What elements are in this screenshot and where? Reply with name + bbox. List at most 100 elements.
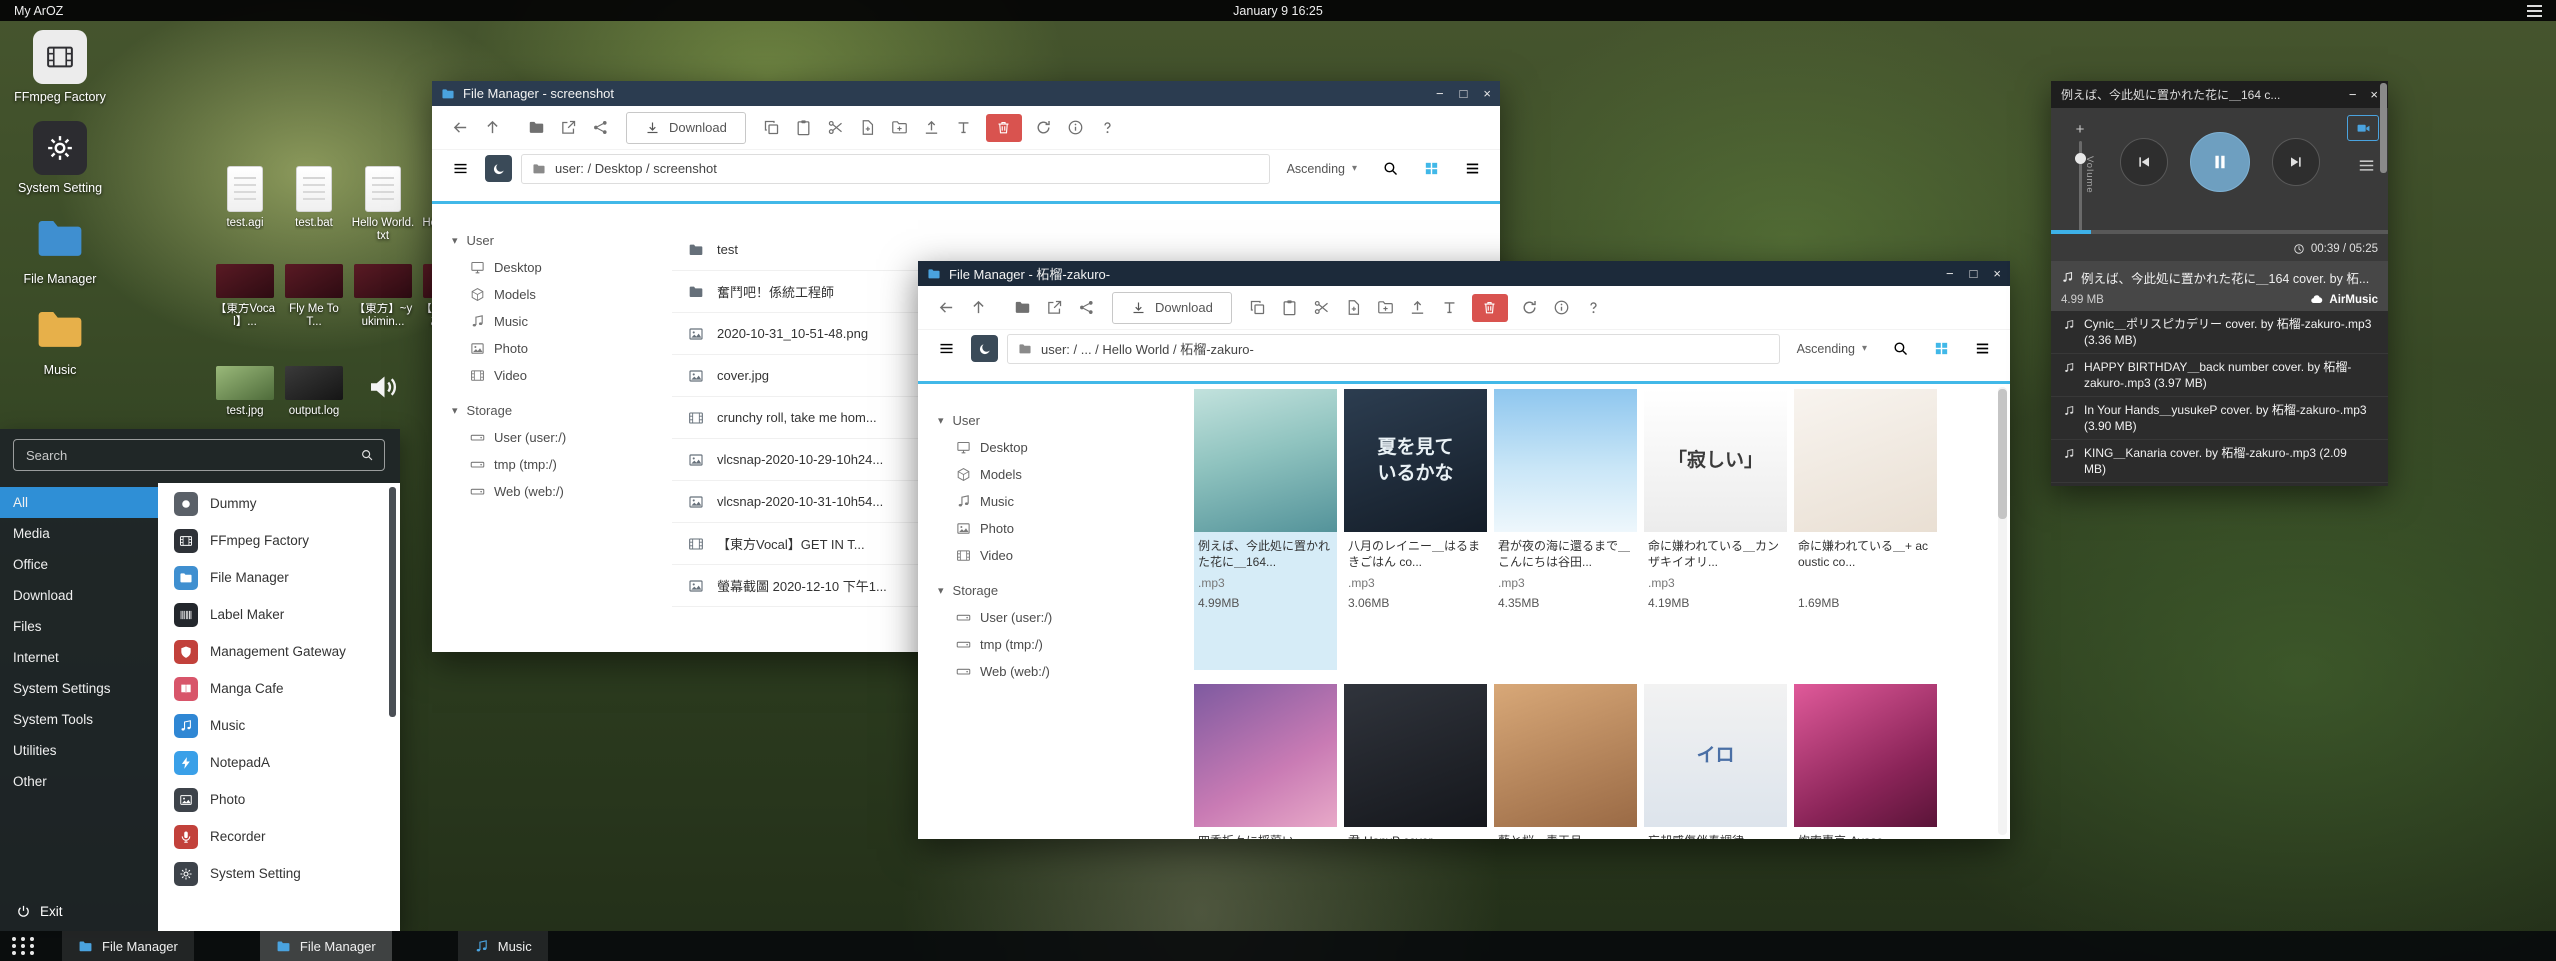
desktop-file-icon[interactable] [350, 366, 416, 418]
sidebar-item[interactable]: ▾ Storage [938, 577, 1158, 604]
maximize-button[interactable]: □ [1970, 267, 1978, 280]
cut-button[interactable] [1306, 299, 1338, 316]
back-button[interactable] [930, 299, 962, 316]
upload-button[interactable] [916, 119, 948, 136]
app-list-item[interactable]: Recorder [158, 818, 400, 855]
category-item[interactable]: System Tools [0, 704, 158, 735]
category-item[interactable]: Files [0, 611, 158, 642]
next-track-button[interactable] [2272, 138, 2320, 186]
desktop-file-icon[interactable]: 【東方】~yukimin... [350, 264, 416, 329]
sidebar-item[interactable]: ▾ Web (web:/) [938, 658, 1158, 685]
refresh-button[interactable] [1514, 299, 1546, 316]
category-item[interactable]: Download [0, 580, 158, 611]
sidebar-item[interactable]: ▾ Video [452, 362, 672, 389]
sidebar-item[interactable]: ▾ Models [938, 461, 1158, 488]
desktop-icon[interactable]: Music [8, 303, 112, 378]
menu-button[interactable] [444, 160, 476, 177]
volume-slider[interactable] [2079, 141, 2082, 234]
category-item[interactable]: Media [0, 518, 158, 549]
list-view-button[interactable] [1456, 160, 1488, 177]
breadcrumb[interactable]: user: / ... / Hello World / 柘榴-zakuro- [1007, 334, 1780, 364]
category-item[interactable]: Utilities [0, 735, 158, 766]
sidebar-item[interactable]: ▾ Models [452, 281, 672, 308]
scrollbar-thumb[interactable] [1998, 389, 2007, 519]
playlist-scrollbar[interactable] [2380, 83, 2387, 173]
close-button[interactable]: × [1993, 267, 2001, 280]
sidebar-item[interactable]: ▾ Desktop [938, 434, 1158, 461]
sidebar-item[interactable]: ▾ User (user:/) [452, 424, 672, 451]
category-item[interactable]: System Settings [0, 673, 158, 704]
grid-file-item[interactable]: 炮索惠哀-Avase... [1794, 684, 1937, 839]
minimize-button[interactable]: − [2349, 88, 2357, 101]
app-list-item[interactable]: Dummy [158, 485, 400, 522]
upload-button[interactable] [1402, 299, 1434, 316]
grid-view-button[interactable] [1925, 340, 1957, 357]
app-list-item[interactable]: System Setting [158, 855, 400, 892]
exit-button[interactable]: Exit [16, 904, 63, 919]
sidebar-item[interactable]: ▾ Desktop [452, 254, 672, 281]
playlist-item[interactable]: HAPPY BIRTHDAY＿back number cover. by 柘榴-… [2051, 354, 2388, 397]
desktop-icon[interactable]: FFmpeg Factory [8, 30, 112, 105]
new-folder-button[interactable] [884, 119, 916, 136]
pause-button[interactable] [2190, 132, 2250, 192]
open-in-new-button[interactable] [1038, 299, 1070, 316]
new-file-button[interactable] [852, 119, 884, 136]
download-button[interactable]: Download [1112, 292, 1232, 324]
taskbar-item[interactable]: File Manager [260, 931, 392, 961]
sort-select[interactable]: Ascending▾ [1797, 342, 1867, 356]
grid-file-item[interactable]: 命に嫌われている＿+ acoustic co... 1.69MB [1794, 389, 1937, 670]
paste-button[interactable] [1274, 299, 1306, 316]
category-item[interactable]: Other [0, 766, 158, 797]
properties-button[interactable] [1060, 119, 1092, 136]
breadcrumb[interactable]: user: / Desktop / screenshot [521, 154, 1270, 184]
sidebar-item[interactable]: ▾ Storage [452, 397, 672, 424]
sidebar-item[interactable]: ▾ Photo [452, 335, 672, 362]
grid-file-item[interactable]: 夏を見て いるかな 八月のレイニー＿はるまきごはん co... .mp3 3.0… [1344, 389, 1487, 670]
player-menu-button[interactable] [2357, 156, 2376, 175]
desktop-file-icon[interactable]: Hello World.txt [350, 166, 416, 243]
refresh-button[interactable] [1028, 119, 1060, 136]
sidebar-item[interactable]: ▾ Video [938, 542, 1158, 569]
desktop-file-icon[interactable]: output.log [281, 366, 347, 418]
delete-button[interactable] [986, 114, 1022, 142]
sidebar-item[interactable]: ▾ Music [452, 308, 672, 335]
menubar-brand[interactable]: My ArOZ [14, 4, 63, 18]
grid-file-item[interactable]: 君が夜の海に還るまで＿こんにちは谷田... .mp3 4.35MB [1494, 389, 1637, 670]
playlist-item[interactable]: Cynic＿ポリスピカデリー cover. by 柘榴-zakuro-.mp3 … [2051, 311, 2388, 354]
search-bar[interactable] [13, 439, 385, 471]
app-list-item[interactable]: Photo [158, 781, 400, 818]
scrollbar[interactable] [1998, 387, 2007, 835]
cast-button[interactable] [2347, 115, 2379, 141]
copy-button[interactable] [756, 119, 788, 136]
seek-bar[interactable] [2051, 230, 2388, 234]
volume-up-button[interactable]: + [2076, 122, 2085, 137]
minimize-button[interactable]: − [1436, 87, 1444, 100]
player-titlebar[interactable]: 例えば、今此処に置かれた花に＿164 c... − × [2051, 81, 2388, 108]
dark-mode-button[interactable] [971, 335, 998, 362]
sidebar-item[interactable]: ▾ User [938, 407, 1158, 434]
playlist-item[interactable]: KING＿Kanaria cover. by 柘榴-zakuro-.mp3 (2… [2051, 440, 2388, 483]
help-button[interactable] [1578, 299, 1610, 316]
sort-select[interactable]: Ascending▾ [1287, 162, 1357, 176]
grid-file-item[interactable]: 「寂しい」 命に嫌われている＿カンザキイオリ... .mp3 4.19MB [1644, 389, 1787, 670]
sidebar-item[interactable]: ▾ tmp (tmp:/) [452, 451, 672, 478]
new-file-button[interactable] [1338, 299, 1370, 316]
open-button[interactable] [520, 119, 552, 136]
grid-view-button[interactable] [1415, 160, 1447, 177]
back-button[interactable] [444, 119, 476, 136]
rename-button[interactable] [1434, 299, 1466, 316]
share-button[interactable] [1070, 299, 1102, 316]
grid-file-item[interactable]: 藍と桜＿青天月... [1494, 684, 1637, 839]
desktop-file-icon[interactable]: test.bat [281, 166, 347, 243]
cut-button[interactable] [820, 119, 852, 136]
taskbar-item[interactable]: File Manager [62, 931, 194, 961]
app-list-item[interactable]: Management Gateway [158, 633, 400, 670]
delete-button[interactable] [1472, 294, 1508, 322]
minimize-button[interactable]: − [1946, 267, 1954, 280]
close-button[interactable]: × [2370, 88, 2378, 101]
maximize-button[interactable]: □ [1460, 87, 1468, 100]
dark-mode-button[interactable] [485, 155, 512, 182]
playlist-item[interactable]: In Your Hands＿yusukeP cover. by 柘榴-zakur… [2051, 397, 2388, 440]
menu-button[interactable] [930, 340, 962, 357]
category-item[interactable]: All [0, 487, 158, 518]
